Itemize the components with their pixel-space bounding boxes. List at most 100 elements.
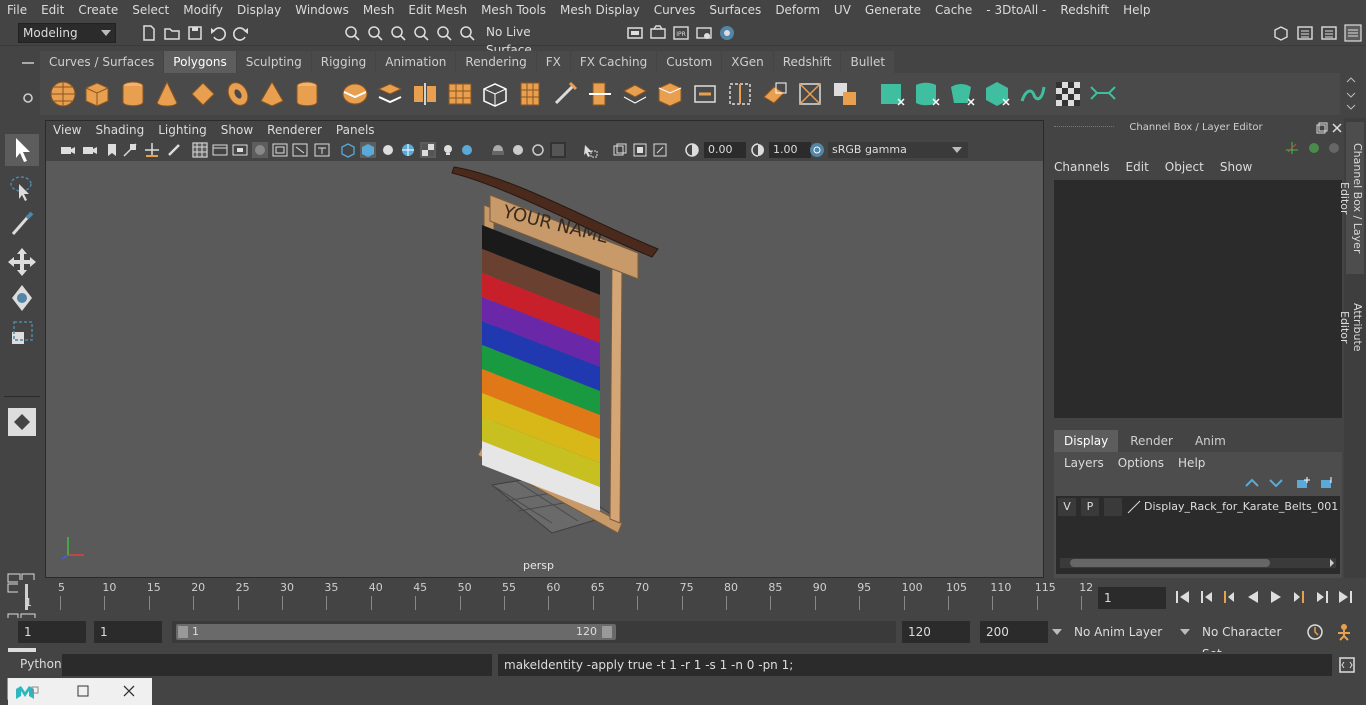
menu-item-cache[interactable]: Cache	[928, 3, 979, 17]
xray-icon[interactable]	[490, 142, 506, 158]
new-scene-icon[interactable]	[140, 24, 158, 42]
uv-planar-icon[interactable]	[878, 79, 908, 109]
channel-box-menu-show[interactable]: Show	[1220, 160, 1252, 174]
viewport-menu-shading[interactable]: Shading	[88, 123, 151, 137]
auto-key-icon[interactable]	[1306, 623, 1324, 641]
step-back-frame-icon[interactable]	[1220, 589, 1238, 605]
bevel-icon[interactable]	[620, 79, 650, 109]
command-input[interactable]	[62, 654, 492, 676]
poly-torus-icon[interactable]	[223, 79, 253, 109]
quad-draw-icon[interactable]	[5, 406, 39, 438]
color-management-icon[interactable]	[809, 142, 825, 158]
viewport-menu-lighting[interactable]: Lighting	[151, 123, 214, 137]
uv-cylindrical-icon[interactable]	[913, 79, 943, 109]
layer-menu-help[interactable]: Help	[1178, 456, 1205, 470]
exposure-icon[interactable]	[684, 142, 700, 158]
channel-box-side-tab[interactable]: Channel Box / Layer Editor	[1338, 122, 1364, 274]
shelf-tab-curves-surfaces[interactable]: Curves / Surfaces	[40, 51, 164, 73]
menu-item-surfaces[interactable]: Surfaces	[702, 3, 768, 17]
channel-box-menu-channels[interactable]: Channels	[1054, 160, 1110, 174]
move-layer-down-icon[interactable]	[1268, 476, 1284, 490]
layer-row[interactable]: V P Display_Rack_for_Karate_Belts_001_la	[1056, 498, 1340, 516]
go-to-end-icon[interactable]	[1336, 589, 1354, 605]
combine-icon[interactable]	[340, 79, 370, 109]
step-forward-key-icon[interactable]	[1313, 589, 1331, 605]
open-scene-icon[interactable]	[163, 24, 181, 42]
shelf-menu-icon[interactable]	[20, 58, 36, 68]
shelf-tab-sculpting[interactable]: Sculpting	[236, 51, 311, 73]
film-gate-icon[interactable]	[212, 142, 228, 158]
menu-item-help[interactable]: Help	[1116, 3, 1157, 17]
new-layer-icon[interactable]	[1294, 476, 1310, 490]
separate-icon[interactable]	[375, 79, 405, 109]
image-plane-icon[interactable]	[122, 142, 138, 158]
menu-item-windows[interactable]: Windows	[288, 3, 356, 17]
poly-plane-icon[interactable]	[188, 79, 218, 109]
menu-item-file[interactable]: File	[0, 3, 34, 17]
snap-grid-icon[interactable]	[412, 24, 430, 42]
target-weld-icon[interactable]	[760, 79, 790, 109]
wireframe-icon[interactable]	[340, 142, 356, 158]
current-frame-field[interactable]: 1	[1098, 587, 1166, 609]
scale-tool-icon[interactable]	[5, 318, 39, 350]
uv-spherical-icon[interactable]	[948, 79, 978, 109]
viewport-menu-view[interactable]: View	[46, 123, 88, 137]
hypershade-icon[interactable]	[718, 24, 736, 42]
menu-item-deform[interactable]: Deform	[768, 3, 827, 17]
channel-box-toggle-icon[interactable]	[1344, 24, 1362, 42]
playback-end-field[interactable]: 120	[902, 621, 970, 643]
snap-curve-icon[interactable]	[435, 24, 453, 42]
move-tool-icon[interactable]	[5, 246, 39, 278]
uv-layout-icon[interactable]	[1088, 79, 1118, 109]
default-material-icon[interactable]	[380, 142, 396, 158]
layer-scrollbar-thumb[interactable]	[1070, 559, 1270, 567]
menu-item-curves[interactable]: Curves	[647, 3, 703, 17]
bookmark-icon[interactable]	[104, 142, 120, 158]
snap-point-icon[interactable]	[458, 24, 476, 42]
workspace-selector[interactable]: Modeling	[18, 23, 116, 43]
start-time-field[interactable]: 1	[18, 621, 86, 643]
shelf-tab-fx[interactable]: FX	[536, 51, 570, 73]
layer-menu-options[interactable]: Options	[1118, 456, 1164, 470]
camera-select-icon[interactable]	[60, 142, 76, 158]
poly-cylinder-icon[interactable]	[118, 79, 148, 109]
move-layer-up-icon[interactable]	[1244, 476, 1260, 490]
2d-pan-zoom-icon[interactable]	[144, 142, 160, 158]
shelf-tab-rigging[interactable]: Rigging	[311, 51, 376, 73]
select-component-icon[interactable]	[389, 24, 407, 42]
maya-window-icon[interactable]	[14, 683, 40, 701]
channel-box-content[interactable]	[1054, 180, 1342, 418]
range-slider[interactable]: 1 120	[172, 621, 896, 643]
redo-icon[interactable]	[232, 24, 250, 42]
menu-item-edit-mesh[interactable]: Edit Mesh	[401, 3, 474, 17]
uv-unfold-icon[interactable]	[1018, 79, 1048, 109]
zoom-region-icon[interactable]	[652, 142, 668, 158]
merge-icon[interactable]	[725, 79, 755, 109]
gamma-field[interactable]: 1.00	[769, 142, 811, 158]
viewport-menu-renderer[interactable]: Renderer	[260, 123, 329, 137]
textured-icon[interactable]	[420, 142, 436, 158]
wireframe-on-shaded-icon[interactable]	[400, 142, 416, 158]
live-surface-field[interactable]: No Live Surface	[482, 23, 580, 57]
shelf-tab-xgen[interactable]: XGen	[722, 51, 773, 73]
extrude-icon[interactable]	[480, 79, 510, 109]
script-language-button[interactable]: Python	[20, 657, 62, 671]
poly-pyramid-icon[interactable]	[257, 79, 287, 109]
isolate-select-icon[interactable]	[582, 142, 598, 158]
shelf-tab-custom[interactable]: Custom	[657, 51, 722, 73]
viewport-menu-panels[interactable]: Panels	[329, 123, 382, 137]
shelf-tab-polygons[interactable]: Polygons	[164, 51, 236, 73]
range-end-grip[interactable]	[602, 626, 612, 638]
modeling-toolkit-icon[interactable]	[1272, 24, 1290, 42]
poly-pipe-icon[interactable]	[292, 79, 322, 109]
range-start-grip[interactable]	[178, 626, 188, 638]
menu-item-mesh-tools[interactable]: Mesh Tools	[474, 3, 553, 17]
ambient-occlusion-icon[interactable]	[550, 142, 566, 158]
use-all-lights-icon[interactable]	[440, 142, 456, 158]
tool-settings-toggle-icon[interactable]	[1320, 24, 1338, 42]
grid-toggle-icon[interactable]	[192, 142, 208, 158]
character-set-selector[interactable]: No Character Set	[1196, 621, 1300, 661]
poly-cone-icon[interactable]	[152, 79, 182, 109]
layer-playback-toggle[interactable]: P	[1081, 498, 1099, 516]
close-window-icon[interactable]	[122, 684, 136, 698]
